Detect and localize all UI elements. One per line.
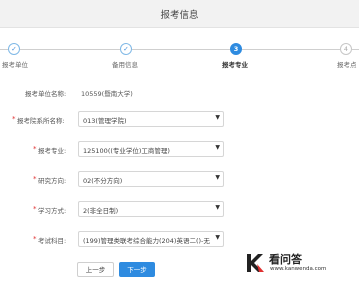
study-mode-value: 2(非全日制) [83, 207, 119, 215]
required-mark: * [33, 145, 37, 153]
major-select[interactable]: 125100((专业学位)工商管理) ▼ [78, 141, 224, 157]
unit-row: 报考单位名称: 10559(暨南大学) [0, 84, 359, 102]
subjects-label: 考试科目: [38, 237, 67, 245]
department-value: 013(管理学院) [83, 117, 127, 125]
step-connector [0, 49, 8, 50]
direction-value: 02(不分方向) [83, 177, 123, 185]
page-title: 报考信息 [160, 10, 199, 21]
step-connector [20, 49, 120, 50]
chevron-down-icon: ▼ [215, 234, 220, 241]
subjects-value: (199)管理类联考综合能力(204)英语二()-无 [83, 237, 210, 245]
watermark-url: www.kanwenda.com [270, 266, 327, 272]
unit-value: 10559(暨南大学) [81, 90, 133, 98]
watermark: 看问答 www.kanwenda.com [243, 248, 358, 278]
subjects-select[interactable]: (199)管理类联考综合能力(204)英语二()-无 ▼ [78, 231, 224, 247]
step-number-active: 3 [230, 43, 242, 55]
previous-step-button[interactable]: 上一步 [77, 262, 114, 277]
check-icon: ✓ [120, 43, 132, 55]
required-mark: * [12, 115, 16, 123]
chevron-down-icon: ▼ [215, 114, 220, 121]
page-header: 报考信息 [0, 0, 359, 28]
department-row: * 报考院系所名称: 013(管理学院) ▼ [0, 111, 359, 129]
chevron-down-icon: ▼ [215, 144, 220, 151]
watermark-name: 看问答 [269, 253, 302, 266]
required-mark: * [33, 235, 37, 243]
subjects-row: * 考试科目: (199)管理类联考综合能力(204)英语二()-无 ▼ [0, 231, 359, 249]
required-mark: * [33, 175, 37, 183]
step-label-exam-site: 报考点 [337, 61, 357, 69]
step-number-pending: 4 [340, 43, 352, 55]
study-mode-row: * 学习方式: 2(非全日制) ▼ [0, 201, 359, 219]
chevron-down-icon: ▼ [215, 174, 220, 181]
step-label-backup: 备用信息 [112, 61, 138, 69]
step-label-unit: 报考单位 [2, 61, 28, 69]
next-step-button[interactable]: 下一步 [119, 262, 155, 277]
step-connector [242, 49, 340, 50]
step-connector [132, 49, 230, 50]
step-label-major: 报考专业 [222, 61, 248, 69]
department-label: 报考院系所名称: [17, 117, 65, 125]
major-value: 125100((专业学位)工商管理) [83, 147, 170, 155]
study-mode-select[interactable]: 2(非全日制) ▼ [78, 201, 224, 217]
major-label: 报考专业: [38, 147, 67, 155]
direction-label: 研究方向: [38, 177, 67, 185]
direction-row: * 研究方向: 02(不分方向) ▼ [0, 171, 359, 189]
unit-label: 报考单位名称: [25, 90, 67, 98]
progress-steps: ✓ ✓ 3 4 报考单位 备用信息 报考专业 报考点 [0, 38, 359, 78]
required-mark: * [33, 205, 37, 213]
department-select[interactable]: 013(管理学院) ▼ [78, 111, 224, 127]
chevron-down-icon: ▼ [215, 204, 220, 211]
study-mode-label: 学习方式: [38, 207, 67, 215]
k-logo-icon [247, 254, 264, 272]
major-row: * 报考专业: 125100((专业学位)工商管理) ▼ [0, 141, 359, 159]
check-icon: ✓ [8, 43, 20, 55]
step-connector [352, 49, 359, 50]
direction-select[interactable]: 02(不分方向) ▼ [78, 171, 224, 187]
